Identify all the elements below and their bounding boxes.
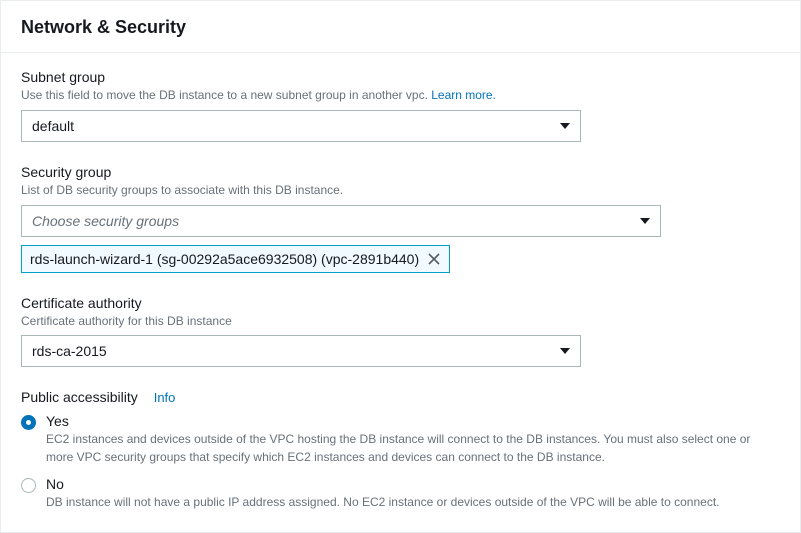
security-group-label: Security group [21,164,780,180]
token-remove-button[interactable] [427,252,441,266]
certificate-authority-label: Certificate authority [21,295,780,311]
security-group-field: Security group List of DB security group… [21,164,780,273]
subnet-group-hint: Use this field to move the DB instance t… [21,87,780,104]
radio-description-no: DB instance will not have a public IP ad… [46,494,720,511]
radio-button-yes[interactable] [21,415,36,430]
security-group-tokens: rds-launch-wizard-1 (sg-00292a5ace693250… [21,245,780,273]
subnet-group-field: Subnet group Use this field to move the … [21,69,780,142]
public-accessibility-field: Public accessibility Info Yes EC2 instan… [21,389,780,511]
security-group-placeholder: Choose security groups [32,213,179,229]
certificate-authority-select[interactable]: rds-ca-2015 [21,335,581,367]
chevron-down-icon [560,118,570,134]
chevron-down-icon [560,343,570,359]
radio-button-no[interactable] [21,478,36,493]
section-title: Network & Security [21,17,780,38]
security-group-token-label: rds-launch-wizard-1 (sg-00292a5ace693250… [30,251,419,267]
radio-label-no: No [46,476,720,492]
public-accessibility-option-no[interactable]: No DB instance will not have a public IP… [21,476,780,511]
close-icon [427,252,441,266]
certificate-authority-hint: Certificate authority for this DB instan… [21,313,780,330]
panel-header: Network & Security [1,1,800,53]
subnet-group-learn-more-link[interactable]: Learn more. [431,88,496,102]
subnet-group-hint-text: Use this field to move the DB instance t… [21,88,431,102]
subnet-group-select[interactable]: default [21,110,581,142]
public-accessibility-option-yes[interactable]: Yes EC2 instances and devices outside of… [21,413,780,466]
network-security-panel: Network & Security Subnet group Use this… [0,0,801,533]
subnet-group-label: Subnet group [21,69,780,85]
public-accessibility-info-link[interactable]: Info [154,390,176,405]
radio-description-yes: EC2 instances and devices outside of the… [46,431,766,466]
certificate-authority-value: rds-ca-2015 [32,343,107,359]
security-group-token: rds-launch-wizard-1 (sg-00292a5ace693250… [21,245,450,273]
chevron-down-icon [640,213,650,229]
radio-content-yes: Yes EC2 instances and devices outside of… [46,413,766,466]
certificate-authority-field: Certificate authority Certificate author… [21,295,780,368]
subnet-group-value: default [32,118,74,134]
public-accessibility-label: Public accessibility [21,389,138,405]
security-group-hint: List of DB security groups to associate … [21,182,780,199]
public-accessibility-header: Public accessibility Info [21,389,780,405]
security-group-select[interactable]: Choose security groups [21,205,661,237]
radio-content-no: No DB instance will not have a public IP… [46,476,720,511]
radio-label-yes: Yes [46,413,766,429]
panel-body: Subnet group Use this field to move the … [1,53,800,532]
